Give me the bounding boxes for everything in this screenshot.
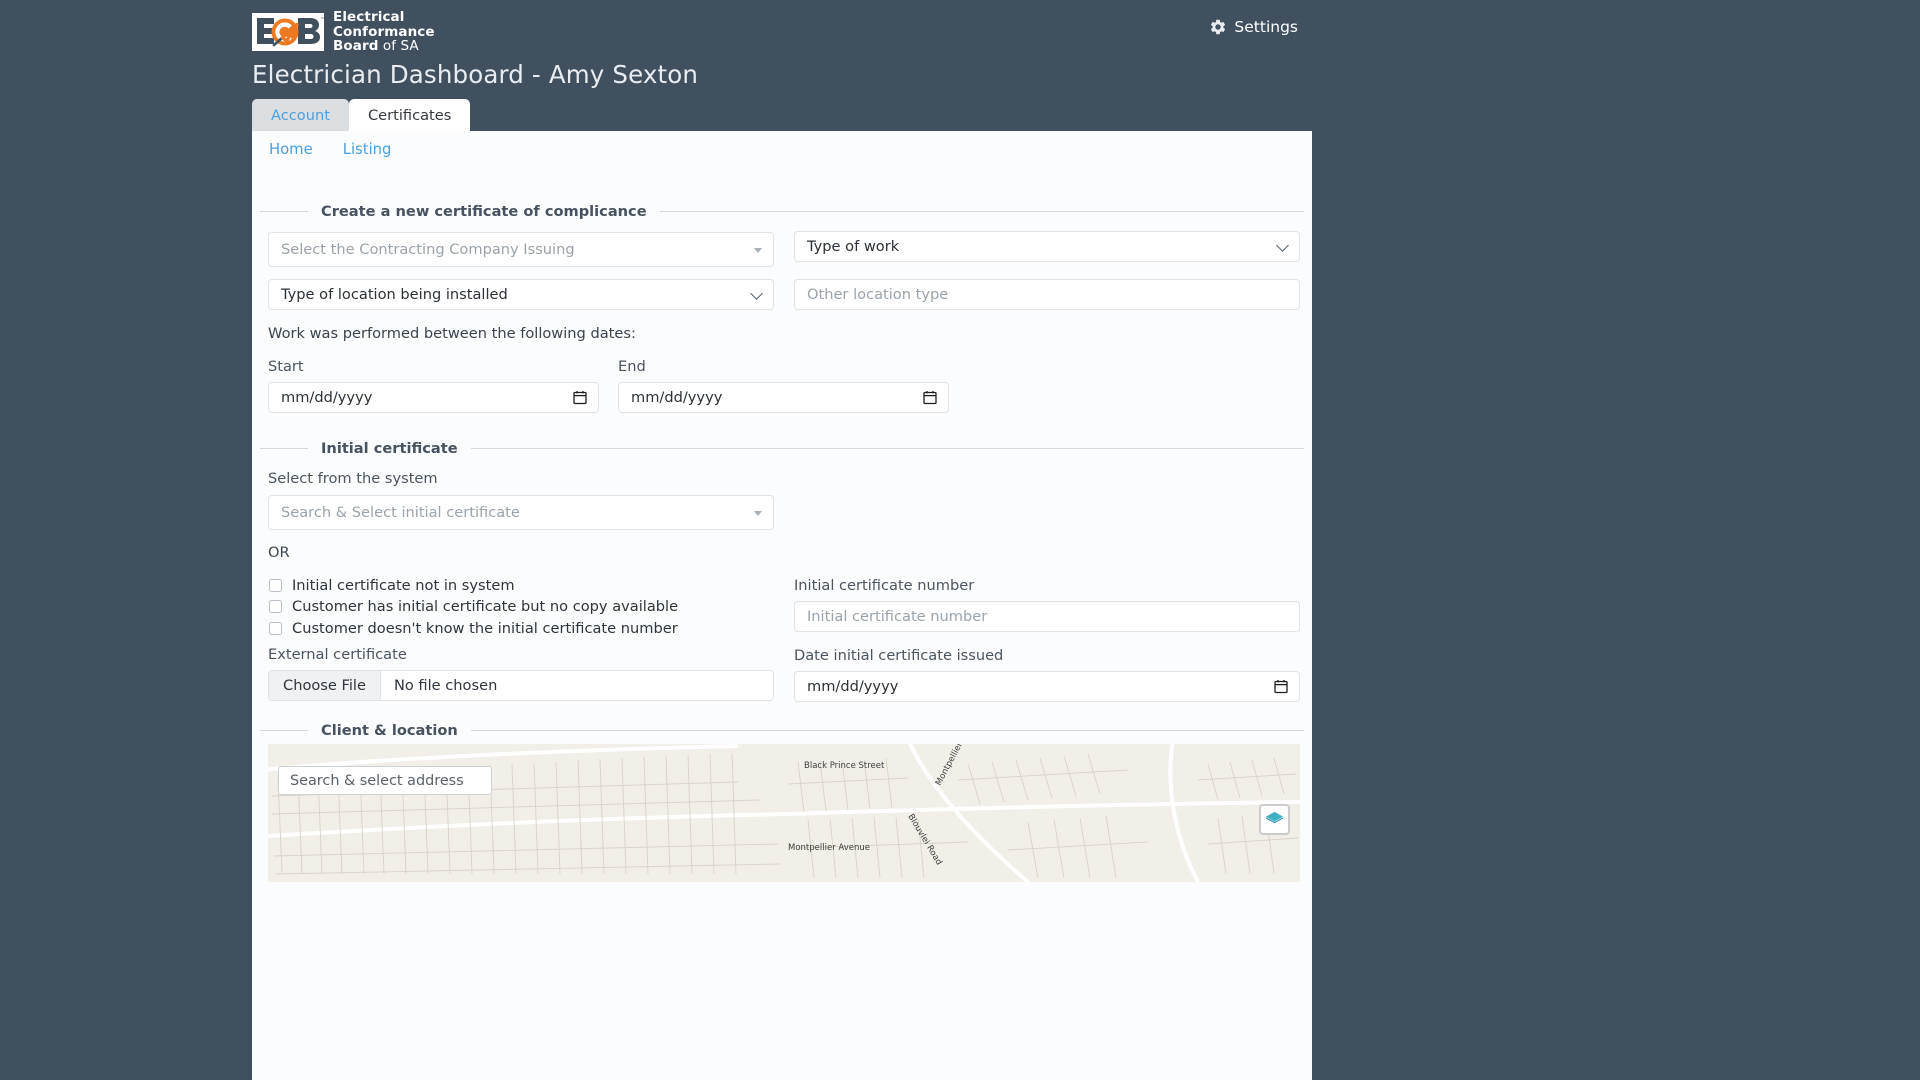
subnav-link-listing[interactable]: Listing [343,141,392,158]
start-date-input[interactable]: mm/dd/yyyy [268,382,599,413]
settings-label: Settings [1234,18,1298,36]
section-create-legend-text: Create a new certificate of complicance [321,203,647,220]
tab-certificates[interactable]: Certificates [348,99,471,131]
calendar-icon[interactable] [923,390,937,405]
section-client-legend-text: Client & location [321,722,458,739]
checkbox-row[interactable]: Initial certificate not in system [269,577,515,594]
type-of-work-select[interactable]: Type of work [794,231,1300,262]
logo-line-1: Electrical [333,9,405,25]
type-of-work-value: Type of work [807,238,900,255]
file-chosen-status: No file chosen [393,677,498,694]
initial-certificate-number-placeholder: Initial certificate number [807,608,988,625]
street-label: Montpellier Avenue [788,843,870,853]
layers-icon [1265,810,1284,829]
checkbox-customer-unknown-number-label: Customer doesn't know the initial certif… [292,620,678,637]
date-issued-input[interactable]: mm/dd/yyyy [794,671,1300,702]
end-date-value: mm/dd/yyyy [631,389,723,406]
legend-rule-right [659,211,1304,212]
caret-down-icon [754,247,762,253]
logo-line-3: Board [333,38,379,55]
dates-note: Work was performed between the following… [268,325,636,342]
initial-certificate-search-select[interactable]: Search & Select initial certificate [268,495,774,530]
choose-file-button[interactable]: Choose File [269,671,381,700]
section-create-legend: Create a new certificate of complicance [260,203,1304,220]
page-title: Electrician Dashboard - Amy Sexton [252,60,699,89]
checkbox-customer-has-cert-no-copy-label: Customer has initial certificate but no … [292,598,679,615]
ecb-logo-mark: ™ [252,12,325,52]
or-label: OR [268,544,290,561]
sub-navigation: Home Listing [252,131,1312,168]
chevron-down-icon [1276,238,1289,252]
caret-down-icon [754,510,762,516]
subnav-link-home[interactable]: Home [269,141,313,158]
other-location-type-input[interactable]: Other location type [794,279,1300,310]
other-location-type-placeholder: Other location type [807,286,949,303]
checkbox-customer-unknown-number[interactable] [269,622,282,635]
address-search-placeholder: Search & select address [290,772,464,789]
contracting-company-placeholder: Select the Contracting Company Issuing [281,241,575,258]
checkbox-row[interactable]: Customer has initial certificate but no … [269,598,678,615]
type-of-location-value: Type of location being installed [281,286,508,303]
ecb-logo-wordmark: Electrical Conformance Board of SA [333,10,435,54]
gear-icon [1209,18,1227,36]
tab-account[interactable]: Account [252,99,349,131]
section-initial-legend: Initial certificate [260,440,1304,457]
section-initial-legend-text: Initial certificate [321,440,458,457]
checkbox-row[interactable]: Customer doesn't know the initial certif… [269,620,678,637]
app-header: ™ Electrical Conformance Board of SA Set… [0,0,1920,131]
legend-rule-right [470,448,1304,449]
legend-rule-left [260,730,308,731]
select-from-system-label: Select from the system [268,470,438,487]
svg-text:™: ™ [320,17,324,23]
legend-rule-left [260,211,308,212]
map-layers-button[interactable] [1259,804,1290,835]
logo-line-2: Conformance [333,23,435,40]
external-certificate-label: External certificate [268,646,407,663]
tab-certificates-label: Certificates [367,106,452,124]
checkbox-initial-cert-not-in-system[interactable] [269,579,282,592]
logo-line-3-suffix: of SA [378,38,419,55]
date-issued-value: mm/dd/yyyy [807,678,899,695]
end-date-input[interactable]: mm/dd/yyyy [618,382,949,413]
ecb-logo: ™ Electrical Conformance Board of SA [252,10,435,54]
initial-certificate-number-input[interactable]: Initial certificate number [794,601,1300,632]
initial-certificate-number-label: Initial certificate number [794,577,975,594]
calendar-icon[interactable] [1274,679,1288,694]
checkbox-customer-has-cert-no-copy[interactable] [269,600,282,613]
start-date-label: Start [268,358,304,375]
type-of-location-select[interactable]: Type of location being installed [268,279,774,310]
date-issued-label: Date initial certificate issued [794,647,1004,664]
checkbox-initial-cert-not-in-system-label: Initial certificate not in system [292,577,515,594]
initial-certificate-search-placeholder: Search & Select initial certificate [281,504,520,521]
end-date-label: End [618,358,646,375]
settings-button[interactable]: Settings [1209,18,1298,36]
start-date-value: mm/dd/yyyy [281,389,373,406]
chevron-down-icon [750,286,763,300]
external-certificate-file-input[interactable]: Choose File No file chosen [268,670,774,701]
main-tabs: Account Certificates [252,99,471,131]
address-search-input[interactable]: Search & select address [278,766,492,795]
tab-account-label: Account [271,106,330,124]
legend-rule-right [470,730,1304,731]
certificates-panel: Home Listing Create a new certificate of… [252,131,1312,1080]
location-map[interactable]: Black Prince Street Montpellier Avenue M… [268,744,1300,882]
calendar-icon[interactable] [573,390,587,405]
legend-rule-left [260,448,308,449]
contracting-company-select[interactable]: Select the Contracting Company Issuing [268,232,774,267]
street-label: Black Prince Street [804,761,885,771]
section-client-legend: Client & location [260,722,1304,739]
